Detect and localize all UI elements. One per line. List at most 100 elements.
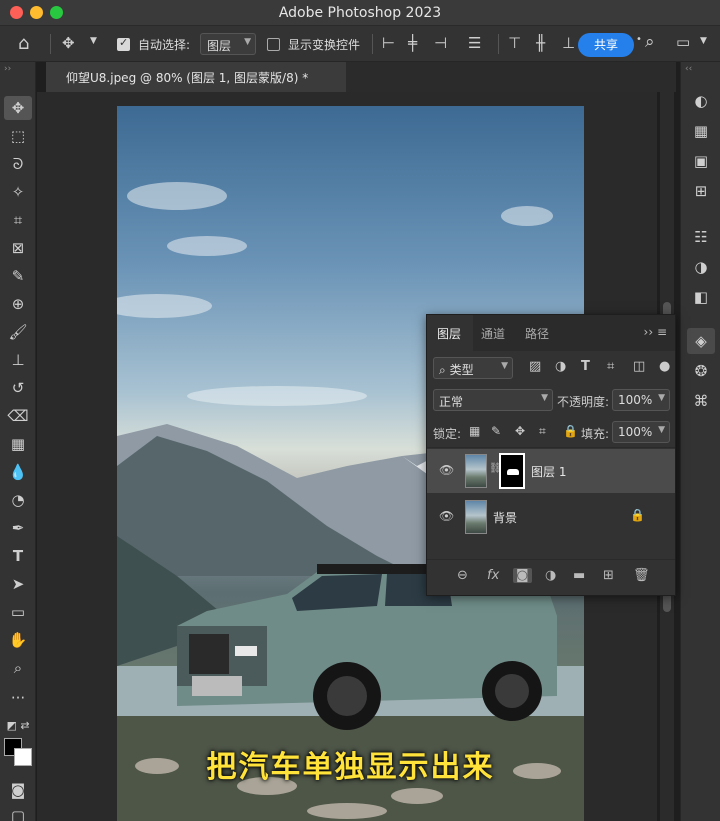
dodge-tool-icon[interactable]: ◔ — [4, 488, 32, 512]
layer-thumbnail[interactable] — [465, 500, 487, 534]
blur-tool-icon[interactable]: 💧 — [4, 460, 32, 484]
patterns-panel-icon[interactable]: ⊞ — [687, 178, 715, 204]
app-title: Adobe Photoshop 2023 — [278, 5, 442, 21]
opacity-value: 100% — [618, 393, 653, 407]
distribute-icon[interactable]: ☰ — [468, 34, 481, 52]
more-tools-icon[interactable]: ··· — [4, 686, 32, 710]
align-right-icon[interactable]: ⊣ — [434, 34, 447, 52]
auto-select-dropdown[interactable]: 图层 ▼ — [200, 33, 256, 55]
default-colors-icon[interactable]: ◩ ⇄ — [4, 714, 32, 738]
new-layer-icon[interactable]: ⊞ — [603, 568, 614, 583]
channels-panel-icon[interactable]: ❂ — [687, 358, 715, 384]
color-panel-icon[interactable]: ◐ — [687, 88, 715, 114]
lock-transparent-icon[interactable]: ▦ — [469, 424, 480, 438]
lock-icon[interactable]: 🔒 — [630, 508, 645, 522]
adjustments-panel-icon[interactable]: ◑ — [687, 254, 715, 280]
visibility-eye-icon[interactable]: 👁 — [439, 509, 454, 523]
tab-paths[interactable]: 路径 — [525, 325, 549, 342]
panel-menu-icon[interactable]: ›› ≡ — [644, 325, 667, 339]
new-adjustment-layer-icon[interactable]: ◑ — [545, 568, 556, 583]
tab-layers[interactable]: 图层 — [437, 325, 461, 342]
layer-name[interactable]: 图层 1 — [531, 463, 566, 480]
move-tool-icon[interactable]: ✥ — [4, 96, 32, 120]
libraries-panel-icon[interactable]: ◧ — [687, 284, 715, 310]
eraser-tool-icon[interactable]: ⌫ — [4, 404, 32, 428]
new-group-icon[interactable]: ▬ — [573, 568, 585, 583]
filter-toggle-icon[interactable]: ● — [659, 359, 670, 374]
blend-mode-dropdown[interactable]: 正常 ▼ — [433, 389, 553, 411]
pen-tool-icon[interactable]: ✒ — [4, 516, 32, 540]
shape-filter-icon[interactable]: ⌗ — [607, 359, 614, 374]
align-top-icon[interactable]: ⊤ — [508, 34, 521, 52]
hand-tool-icon[interactable]: ✋ — [4, 628, 32, 652]
chevron-down-icon: ▼ — [658, 393, 665, 403]
paths-panel-icon[interactable]: ⌘ — [687, 388, 715, 414]
align-center-h-icon[interactable]: ╪ — [408, 34, 417, 52]
add-mask-icon[interactable]: ◙ — [513, 568, 532, 583]
fill-value: 100% — [618, 425, 653, 439]
home-icon[interactable]: ⌂ — [18, 33, 29, 54]
opacity-field[interactable]: 100% ▼ — [612, 389, 670, 411]
chevron-down-icon: ▼ — [244, 37, 251, 47]
lock-artboard-icon[interactable]: ⌗ — [539, 424, 546, 439]
lock-image-icon[interactable]: ✎ — [491, 424, 501, 438]
frame-tool-icon[interactable]: ⊠ — [4, 236, 32, 260]
auto-select-value: 图层 — [207, 39, 232, 53]
healing-brush-tool-icon[interactable]: ⊕ — [4, 292, 32, 316]
layer-thumbnail[interactable] — [465, 454, 487, 488]
layer-name[interactable]: 背景 — [493, 509, 517, 526]
lasso-tool-icon[interactable]: ᘐ — [4, 152, 32, 176]
workspace-icon[interactable]: ▭ — [676, 33, 690, 51]
lock-position-icon[interactable]: ✥ — [515, 424, 525, 438]
smart-object-filter-icon[interactable]: ◫ — [633, 359, 645, 374]
document-tab[interactable]: 仰望U8.jpeg @ 80% (图层 1, 图层蒙版/8) * — [46, 62, 346, 92]
chevron-down-icon[interactable]: ▼ — [700, 36, 707, 46]
share-button[interactable]: 共享 — [578, 33, 634, 57]
path-selection-tool-icon[interactable]: ➤ — [4, 572, 32, 596]
layers-panel-icon[interactable]: ◈ — [687, 328, 715, 354]
collapse-icon[interactable]: ‹‹ — [685, 64, 692, 74]
quick-mask-icon[interactable]: ◙ — [4, 778, 32, 802]
clone-stamp-tool-icon[interactable]: ⊥ — [4, 348, 32, 372]
layer-filter-dropdown[interactable]: ⌕ 类型 ▼ — [433, 357, 513, 379]
layer-mask-thumbnail[interactable] — [499, 453, 525, 489]
type-filter-icon[interactable]: T — [581, 359, 590, 374]
link-layers-icon[interactable]: ⊖ — [457, 568, 468, 583]
align-middle-v-icon[interactable]: ╫ — [536, 34, 545, 52]
zoom-tool-icon[interactable]: ⌕ — [4, 656, 32, 680]
align-bottom-icon[interactable]: ⊥ — [562, 34, 575, 52]
chevron-down-icon[interactable]: ▼ — [90, 36, 97, 46]
move-tool-icon[interactable]: ✥ — [62, 34, 75, 52]
type-tool-icon[interactable]: T — [4, 544, 32, 568]
gradient-tool-icon[interactable]: ▦ — [4, 432, 32, 456]
adjustment-filter-icon[interactable]: ◑ — [555, 359, 566, 374]
fx-icon[interactable]: fx — [487, 568, 499, 583]
show-transform-checkbox[interactable] — [267, 38, 280, 51]
swatches-panel-icon[interactable]: ▦ — [687, 118, 715, 144]
blend-mode-value: 正常 — [439, 395, 464, 409]
rectangle-tool-icon[interactable]: ▭ — [4, 600, 32, 624]
layer-row[interactable]: 👁 ⛓ 图层 1 — [427, 449, 675, 493]
brush-tool-icon[interactable]: 🖌 — [4, 320, 32, 344]
layer-row[interactable]: 👁 背景 🔒 — [427, 495, 675, 539]
marquee-tool-icon[interactable]: ⬚ — [4, 124, 32, 148]
screen-mode-icon[interactable]: ▢ — [4, 804, 32, 821]
pixel-filter-icon[interactable]: ▨ — [529, 359, 541, 374]
magic-wand-tool-icon[interactable]: ✧ — [4, 180, 32, 204]
gradients-panel-icon[interactable]: ▣ — [687, 148, 715, 174]
collapse-icon[interactable]: ›› — [4, 64, 11, 74]
auto-select-checkbox[interactable] — [117, 36, 130, 51]
tab-channels[interactable]: 通道 — [481, 325, 505, 342]
eyedropper-tool-icon[interactable]: ✎ — [4, 264, 32, 288]
search-icon[interactable]: ⌕ — [645, 32, 655, 52]
properties-panel-icon[interactable]: ☷ — [687, 224, 715, 250]
layer-filter-value: 类型 — [449, 363, 474, 377]
lock-all-icon[interactable]: 🔒 — [563, 424, 578, 438]
background-color-swatch[interactable] — [14, 748, 32, 766]
delete-layer-icon[interactable]: 🗑 — [633, 568, 650, 583]
fill-field[interactable]: 100% ▼ — [612, 421, 670, 443]
history-brush-tool-icon[interactable]: ↺ — [4, 376, 32, 400]
visibility-eye-icon[interactable]: 👁 — [439, 463, 454, 477]
align-left-icon[interactable]: ⊢ — [382, 34, 395, 52]
crop-tool-icon[interactable]: ⌗ — [4, 208, 32, 232]
